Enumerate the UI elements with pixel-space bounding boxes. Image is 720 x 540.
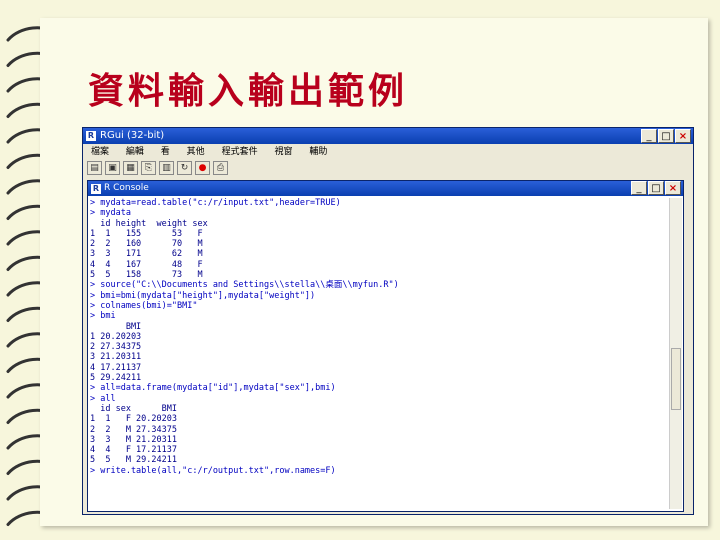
menu-view[interactable]: 看 (161, 145, 170, 159)
console-output[interactable]: > mydata=read.table("c:/r/input.txt",hea… (90, 198, 669, 509)
menu-packages[interactable]: 程式套件 (222, 145, 258, 159)
console-output-line: 3 3 171 62 M (90, 249, 203, 260)
console-output-line: 4 17.21137 (90, 362, 142, 373)
close-button[interactable]: × (675, 129, 691, 143)
console-command-line: > all (90, 393, 116, 404)
print-icon[interactable]: ⎙ (213, 161, 228, 175)
rgui-titlebar[interactable]: R RGui (32-bit) _ □ × (83, 128, 693, 144)
console-output-line: 2 2 160 70 M (90, 239, 203, 250)
menu-windows[interactable]: 視窗 (274, 145, 292, 159)
r-app-icon: R (86, 131, 96, 141)
console-command-line: > mydata (90, 208, 131, 219)
r-console-icon: R (91, 184, 101, 194)
menu-bar: 檔案 編輯 看 其他 程式套件 視窗 輔助 (83, 145, 693, 159)
console-command-line: > all=data.frame(mydata["id"],mydata["se… (90, 383, 336, 394)
minimize-button[interactable]: _ (641, 129, 657, 143)
console-maximize-button[interactable]: □ (648, 181, 664, 195)
r-console-window: R R Console _ □ × > mydata=read.table("c… (87, 180, 684, 512)
copy-icon[interactable]: ⎘ (141, 161, 156, 175)
console-title: R Console (104, 183, 149, 193)
menu-file[interactable]: 檔案 (91, 145, 109, 159)
console-command-line: > bmi=bmi(mydata["height"],mydata["weigh… (90, 290, 316, 301)
console-minimize-button[interactable]: _ (631, 181, 647, 195)
console-output-line: 1 1 155 53 F (90, 228, 203, 239)
console-command-line: > write.table(all,"c:/r/output.txt",row.… (90, 465, 336, 476)
load-workspace-icon[interactable]: ▣ (105, 161, 120, 175)
console-titlebar[interactable]: R R Console _ □ × (88, 181, 683, 196)
console-output-line: 1 1 F 20.20203 (90, 414, 177, 425)
console-output-line: 3 3 M 21.20311 (90, 434, 177, 445)
console-output-line: id sex BMI (90, 403, 177, 414)
console-output-line: id height weight sex (90, 218, 208, 229)
save-workspace-icon[interactable]: ▦ (123, 161, 138, 175)
menu-edit[interactable]: 編輯 (126, 145, 144, 159)
console-command-line: > bmi (90, 311, 116, 322)
stop-icon[interactable]: ● (195, 161, 210, 175)
console-output-line: 1 20.20203 (90, 331, 142, 342)
maximize-button[interactable]: □ (658, 129, 674, 143)
console-output-line: 2 2 M 27.34375 (90, 424, 177, 435)
console-output-line: 5 5 158 73 M (90, 270, 203, 281)
paste-icon[interactable]: ▥ (159, 161, 174, 175)
console-output-line: 5 29.24211 (90, 373, 142, 384)
console-command-line: > mydata=read.table("c:/r/input.txt",hea… (90, 198, 341, 208)
console-close-button[interactable]: × (665, 181, 681, 195)
page-title: 資料輸入輸出範例 (88, 70, 409, 112)
console-output-line: BMI (90, 321, 142, 332)
console-output-line: 4 4 F 17.21137 (90, 445, 177, 456)
window-title: RGui (32-bit) (100, 130, 165, 141)
rgui-window: R RGui (32-bit) _ □ × 檔案 編輯 看 其他 程式套件 視窗… (82, 127, 694, 515)
toolbar: ▤ ▣ ▦ ⎘ ▥ ↻ ● ⎙ (87, 161, 228, 177)
console-output-line: 5 5 M 29.24211 (90, 455, 177, 466)
menu-help[interactable]: 輔助 (309, 145, 327, 159)
console-scrollbar[interactable] (669, 198, 682, 509)
console-output-line: 2 27.34375 (90, 342, 142, 353)
copy-paste-icon[interactable]: ↻ (177, 161, 192, 175)
console-output-line: 3 21.20311 (90, 352, 142, 363)
console-command-line: > source("C:\\Documents and Settings\\st… (90, 280, 399, 291)
console-output-line: 4 4 167 48 F (90, 259, 203, 270)
menu-misc[interactable]: 其他 (187, 145, 205, 159)
console-command-line: > colnames(bmi)="BMI" (90, 300, 198, 311)
open-script-icon[interactable]: ▤ (87, 161, 102, 175)
scrollbar-thumb[interactable] (671, 348, 681, 410)
